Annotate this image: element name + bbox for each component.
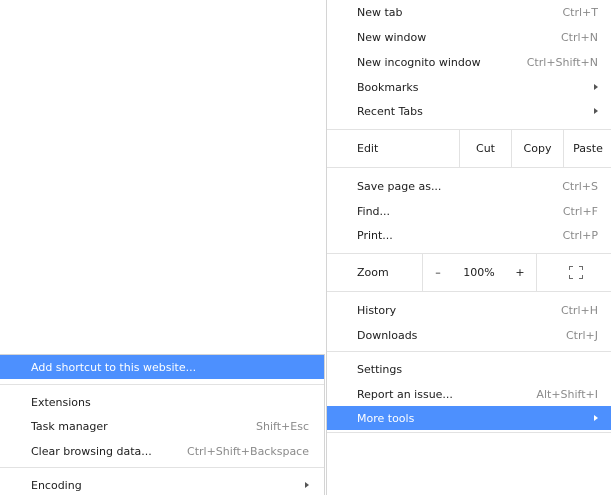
menu-item-find[interactable]: Find... Ctrl+F (327, 199, 611, 223)
menu-item-history[interactable]: History Ctrl+H (327, 298, 611, 322)
edit-row: Edit Cut Copy Paste (327, 130, 611, 167)
menu-item-report-issue[interactable]: Report an issue... Alt+Shift+I (327, 382, 611, 406)
more-tools-submenu: Add shortcut to this website... Extensio… (0, 354, 325, 495)
menu-separator (327, 432, 611, 433)
menu-item-new-incognito-window[interactable]: New incognito window Ctrl+Shift+N (327, 50, 611, 74)
menu-item-shortcut: Ctrl+Shift+Backspace (187, 444, 309, 458)
menu-item-label: Print... (357, 228, 393, 242)
menu-item-settings[interactable]: Settings (327, 357, 611, 381)
menu-item-label: More tools (357, 411, 415, 425)
submenu-item-extensions[interactable]: Extensions (0, 390, 324, 414)
menu-item-label: Encoding (31, 478, 82, 492)
menu-item-bookmarks[interactable]: Bookmarks (327, 75, 611, 99)
menu-item-label: Settings (357, 362, 403, 376)
cut-button[interactable]: Cut (460, 130, 511, 167)
fullscreen-icon[interactable] (569, 266, 583, 279)
chevron-right-icon (594, 415, 598, 421)
menu-item-shortcut: Ctrl+H (560, 303, 598, 317)
menu-item-shortcut: Ctrl+N (560, 30, 598, 44)
menu-separator (327, 351, 611, 352)
menu-item-shortcut: Ctrl+T (562, 5, 598, 19)
paste-button[interactable]: Paste (564, 130, 611, 167)
chevron-right-icon (594, 84, 598, 90)
menu-separator (0, 467, 324, 468)
menu-item-save-page-as[interactable]: Save page as... Ctrl+S (327, 174, 611, 198)
zoom-in-button[interactable]: + (505, 254, 535, 291)
menu-separator (327, 291, 611, 292)
chevron-right-icon (305, 482, 309, 488)
menu-item-shortcut: Ctrl+Shift+N (526, 55, 598, 69)
zoom-label: Zoom (357, 266, 389, 279)
menu-item-shortcut: Shift+Esc (256, 419, 309, 433)
screen: New tab Ctrl+T New window Ctrl+N New inc… (0, 0, 611, 495)
menu-item-label: Downloads (357, 328, 418, 342)
menu-item-label: Report an issue... (357, 387, 453, 401)
submenu-item-clear-browsing-data[interactable]: Clear browsing data... Ctrl+Shift+Backsp… (0, 439, 324, 463)
menu-item-label: New window (357, 30, 427, 44)
menu-item-label: Task manager (31, 419, 108, 433)
copy-button[interactable]: Copy (512, 130, 563, 167)
menu-item-shortcut: Alt+Shift+I (536, 387, 598, 401)
menu-item-label: Bookmarks (357, 80, 419, 94)
submenu-item-task-manager[interactable]: Task manager Shift+Esc (0, 414, 324, 438)
menu-item-new-tab[interactable]: New tab Ctrl+T (327, 0, 611, 24)
menu-item-more-tools[interactable]: More tools (327, 406, 611, 430)
menu-item-label: New tab (357, 5, 403, 19)
menu-item-label: New incognito window (357, 55, 481, 69)
chrome-main-menu: New tab Ctrl+T New window Ctrl+N New inc… (326, 0, 611, 495)
menu-item-label: Find... (357, 204, 391, 218)
menu-item-print[interactable]: Print... Ctrl+P (327, 223, 611, 247)
menu-separator (0, 384, 324, 385)
submenu-item-add-shortcut[interactable]: Add shortcut to this website... (0, 355, 324, 379)
zoom-out-button[interactable]: – (423, 254, 453, 291)
menu-item-label: History (357, 303, 397, 317)
menu-item-recent-tabs[interactable]: Recent Tabs (327, 99, 611, 123)
menu-item-downloads[interactable]: Downloads Ctrl+J (327, 323, 611, 347)
zoom-row: Zoom – 100% + (327, 254, 611, 291)
submenu-item-encoding[interactable]: Encoding (0, 473, 324, 495)
menu-item-label: Save page as... (357, 179, 442, 193)
menu-item-label: Clear browsing data... (31, 444, 152, 458)
menu-item-shortcut: Ctrl+S (562, 179, 598, 193)
menu-item-shortcut: Ctrl+F (562, 204, 598, 218)
menu-item-shortcut: Ctrl+P (562, 228, 598, 242)
menu-item-label: Recent Tabs (357, 104, 423, 118)
zoom-level: 100% (463, 266, 495, 279)
menu-separator (327, 167, 611, 168)
menu-item-shortcut: Ctrl+J (565, 328, 598, 342)
edit-label: Edit (357, 142, 379, 155)
zoom-divider (536, 254, 537, 291)
menu-item-new-window[interactable]: New window Ctrl+N (327, 25, 611, 49)
menu-item-label: Extensions (31, 395, 91, 409)
menu-item-label: Add shortcut to this website... (31, 360, 197, 374)
chevron-right-icon (594, 108, 598, 114)
